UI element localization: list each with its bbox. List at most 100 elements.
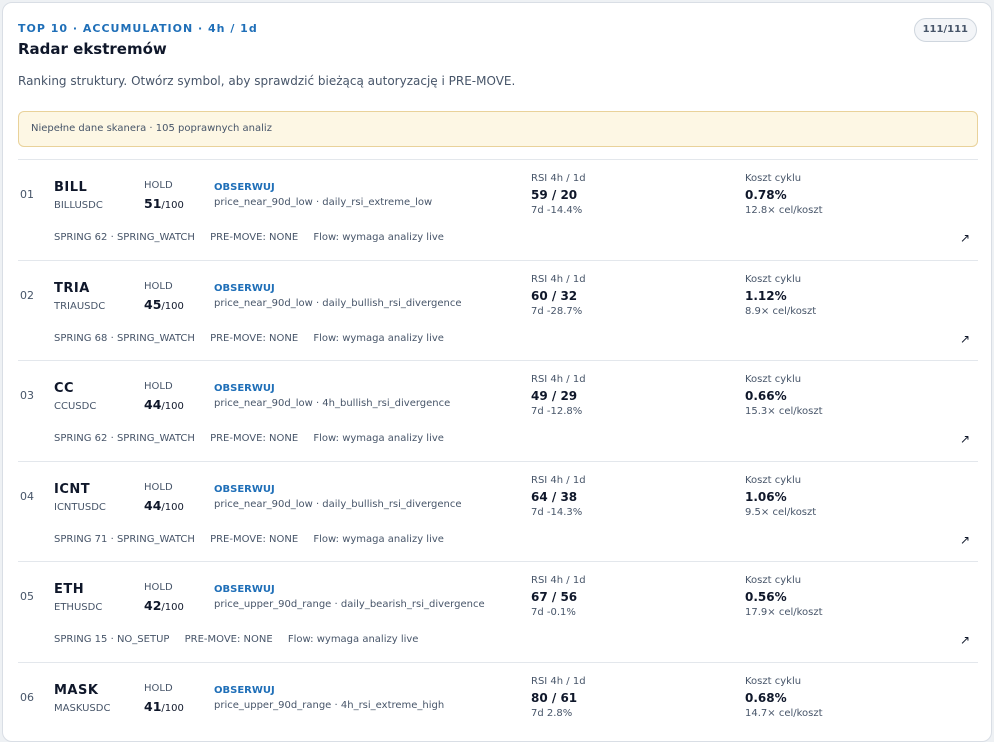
symbol-name[interactable]: MASK [54, 683, 98, 698]
spring-status: SPRING 68 · SPRING_WATCH [54, 332, 195, 344]
spring-status: SPRING 71 · SPRING_WATCH [54, 533, 195, 545]
cycle-cost-value: 0.78% [745, 188, 787, 202]
open-external-icon[interactable]: ↗ [960, 533, 970, 547]
row-meta: SPRING 68 · SPRING_WATCH PRE-MOVE: NONE … [54, 333, 456, 344]
rsi-change-7d: 7d -28.7% [531, 305, 583, 317]
symbol-name[interactable]: TRIA [54, 281, 90, 296]
hold-score: 45/100 [144, 296, 184, 312]
rank-number: 02 [20, 288, 34, 302]
rsi-change-7d: 7d 2.8% [531, 707, 573, 719]
rsi-change-7d: 7d -12.8% [531, 406, 583, 418]
premove-status: PRE-MOVE: NONE [210, 433, 299, 445]
count-badge: 111/111 [913, 18, 977, 42]
flow-status: Flow: wymaga analizy live [313, 232, 444, 243]
target-cost-ratio: 9.5× cel/koszt [745, 506, 817, 518]
flow-status: Flow: wymaga analizy live [313, 433, 444, 445]
rank-number: 06 [20, 690, 34, 704]
row-meta: SPRING 62 · SPRING_WATCH PRE-MOVE: NONE … [54, 433, 456, 444]
symbol-name[interactable]: BILL [54, 180, 87, 195]
symbol-row[interactable]: 06 MASK MASKUSDC HOLD 41/100 OBSERWUJ pr… [18, 661, 978, 741]
rsi-value: 64 / 38 [531, 489, 578, 504]
rank-number: 05 [20, 590, 34, 604]
target-cost-ratio: 15.3× cel/koszt [745, 406, 823, 418]
rsi-label: RSI 4h / 1d [531, 173, 586, 184]
open-external-icon[interactable]: ↗ [960, 633, 970, 647]
symbol-row[interactable]: 01 BILL BILLUSDC HOLD 51/100 OBSERWUJ pr… [18, 159, 978, 260]
rsi-value: 60 / 32 [531, 288, 578, 303]
trading-pair: MASKUSDC [54, 702, 111, 714]
rsi-value: 49 / 29 [531, 389, 578, 404]
signal-reasons: price_upper_90d_range · daily_bearish_rs… [214, 599, 485, 611]
signal-reasons: price_near_90d_low · daily_bullish_rsi_d… [214, 498, 462, 510]
cycle-cost-label: Koszt cyklu [745, 575, 802, 587]
rsi-change-7d: 7d -0.1% [531, 607, 576, 619]
trading-pair: CCUSDC [54, 401, 97, 413]
cycle-cost-value: 0.68% [745, 690, 787, 705]
rsi-label: RSI 4h / 1d [531, 273, 586, 285]
extremes-radar-card: TOP 10 · ACCUMULATION · 4h / 1d Radar ek… [2, 2, 992, 742]
hold-label: HOLD [144, 682, 173, 694]
rsi-label: RSI 4h / 1d [531, 374, 586, 386]
scanner-warning-banner: Niepełne dane skanera · 105 poprawnych a… [18, 111, 978, 147]
signal-reasons: price_near_90d_low · 4h_bullish_rsi_dive… [214, 398, 451, 410]
cycle-cost-value: 0.56% [745, 590, 787, 605]
target-cost-ratio: 17.9× cel/koszt [745, 607, 823, 619]
hold-label: HOLD [144, 180, 173, 191]
rsi-value: 80 / 61 [531, 690, 578, 705]
section-eyebrow: TOP 10 · ACCUMULATION · 4h / 1d [18, 22, 258, 35]
hold-score: 41/100 [144, 698, 184, 714]
flow-status: Flow: wymaga analizy live [313, 332, 444, 344]
row-meta: SPRING 15 · NO_SETUP PRE-MOVE: NONE Flow… [54, 634, 430, 645]
row-meta: SPRING 62 · SPRING_WATCH PRE-MOVE: NONE … [54, 232, 456, 243]
cycle-cost-label: Koszt cyklu [745, 374, 802, 386]
cycle-cost-label: Koszt cyklu [745, 273, 802, 285]
rank-number: 04 [20, 489, 34, 503]
action-status: OBSERWUJ [214, 684, 275, 696]
target-cost-ratio: 8.9× cel/koszt [745, 305, 817, 317]
symbol-name[interactable]: CC [54, 381, 74, 396]
spring-status: SPRING 15 · NO_SETUP [54, 634, 170, 646]
cycle-cost-label: Koszt cyklu [745, 474, 802, 486]
symbol-name[interactable]: ICNT [54, 482, 90, 497]
symbol-row[interactable]: 04 ICNT ICNTUSDC HOLD 44/100 OBSERWUJ pr… [18, 460, 978, 562]
rsi-value: 59 / 20 [531, 188, 578, 202]
hold-score: 51/100 [144, 196, 184, 211]
action-status: OBSERWUJ [214, 584, 275, 596]
premove-status: PRE-MOVE: NONE [210, 332, 299, 344]
symbol-row[interactable]: 02 TRIA TRIAUSDC HOLD 45/100 OBSERWUJ pr… [18, 259, 978, 361]
signal-reasons: price_upper_90d_range · 4h_rsi_extreme_h… [214, 699, 445, 711]
flow-status: Flow: wymaga analizy live [287, 634, 419, 646]
hold-label: HOLD [144, 481, 173, 493]
open-external-icon[interactable]: ↗ [960, 432, 970, 446]
cycle-cost-value: 1.12% [745, 288, 787, 303]
page-title: Radar ekstremów [18, 40, 167, 58]
open-external-icon[interactable]: ↗ [960, 231, 970, 245]
target-cost-ratio: 14.7× cel/koszt [745, 707, 823, 719]
hold-score: 44/100 [144, 397, 184, 413]
trading-pair: BILLUSDC [54, 200, 103, 211]
rsi-label: RSI 4h / 1d [531, 575, 586, 587]
open-external-icon[interactable]: ↗ [960, 332, 970, 346]
rsi-value: 67 / 56 [531, 590, 578, 605]
hold-label: HOLD [144, 280, 173, 292]
premove-status: PRE-MOVE: NONE [210, 533, 299, 545]
target-cost-ratio: 12.8× cel/koszt [745, 205, 823, 216]
flow-status: Flow: wymaga analizy live [313, 533, 444, 545]
symbol-row[interactable]: 05 ETH ETHUSDC HOLD 42/100 OBSERWUJ pric… [18, 561, 978, 662]
rsi-change-7d: 7d -14.4% [531, 205, 583, 216]
signal-reasons: price_near_90d_low · daily_bullish_rsi_d… [214, 297, 462, 309]
trading-pair: ETHUSDC [54, 602, 103, 614]
signal-reasons: price_near_90d_low · daily_rsi_extreme_l… [214, 197, 433, 208]
trading-pair: ICNTUSDC [54, 501, 106, 513]
hold-label: HOLD [144, 582, 173, 594]
hold-score: 44/100 [144, 497, 184, 513]
hold-label: HOLD [144, 381, 173, 393]
cycle-cost-value: 0.66% [745, 389, 787, 404]
rsi-change-7d: 7d -14.3% [531, 506, 583, 518]
description: Ranking struktury. Otwórz symbol, aby sp… [18, 74, 516, 88]
symbol-name[interactable]: ETH [54, 582, 84, 597]
cycle-cost-label: Koszt cyklu [745, 173, 802, 184]
action-status: OBSERWUJ [214, 383, 275, 395]
symbol-row[interactable]: 03 CC CCUSDC HOLD 44/100 OBSERWUJ price_… [18, 360, 978, 461]
cycle-cost-label: Koszt cyklu [745, 675, 802, 687]
